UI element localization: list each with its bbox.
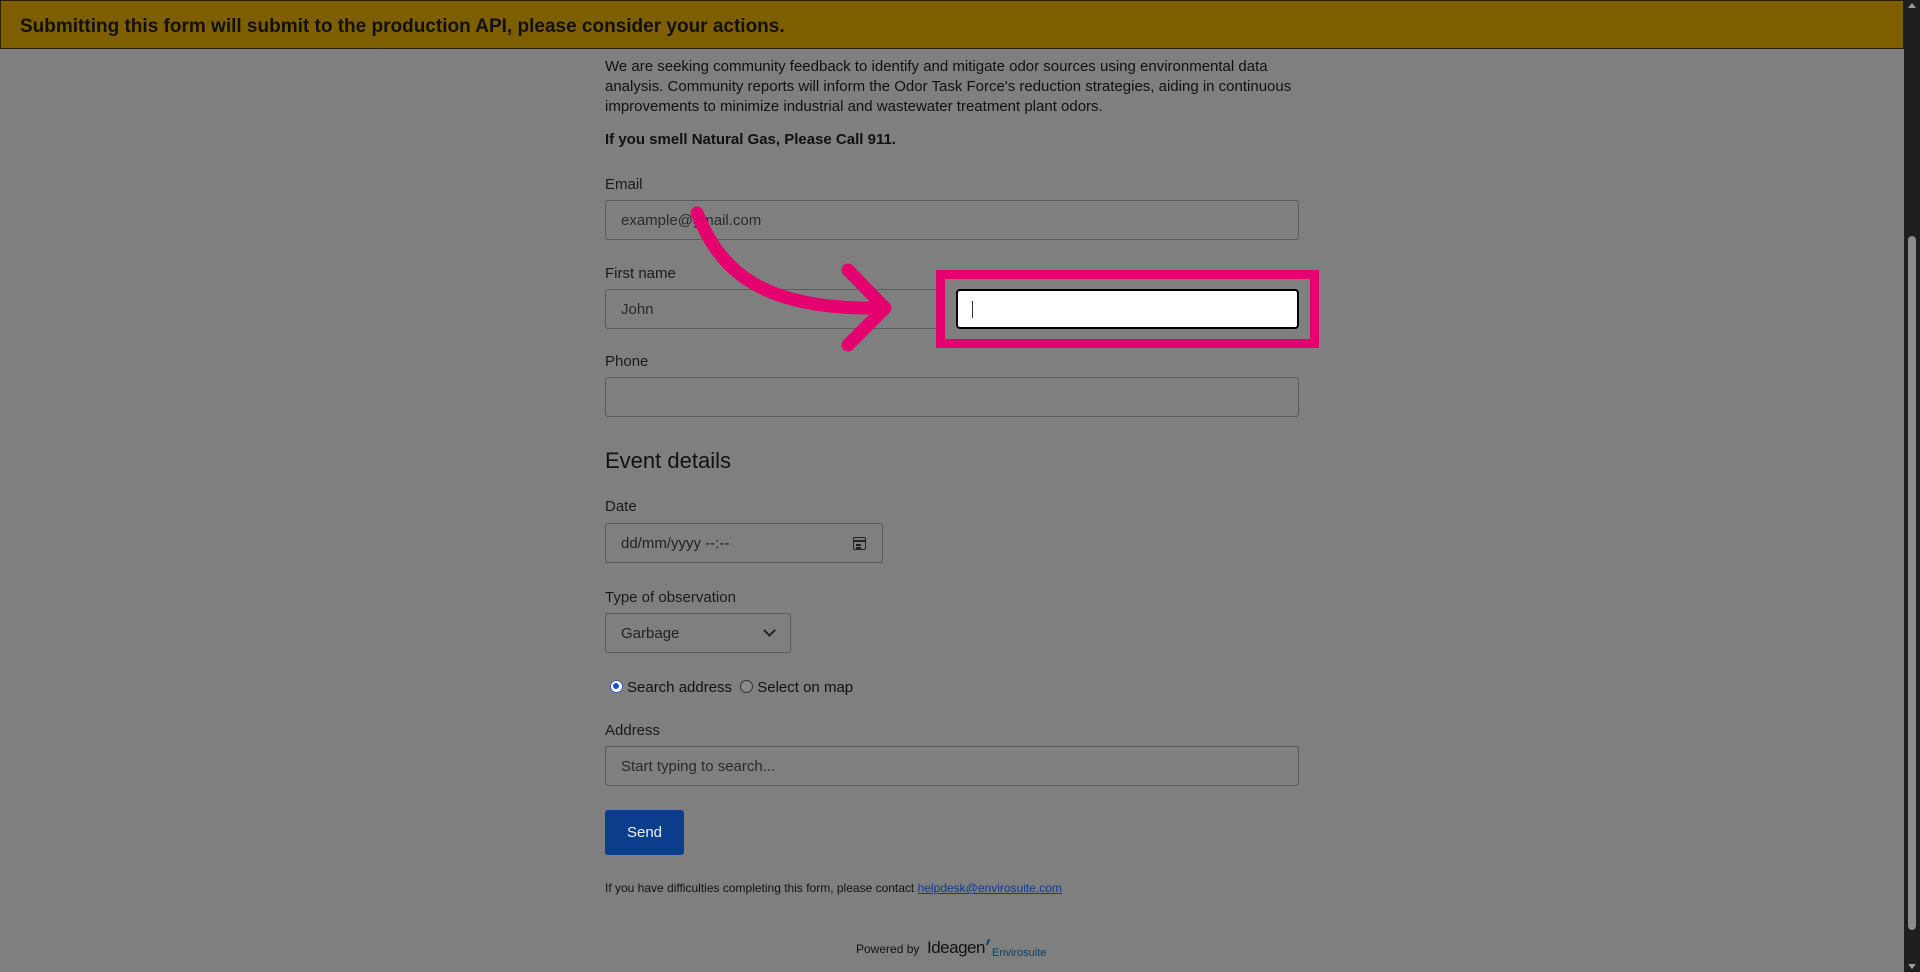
- address-search-input[interactable]: Start typing to search...: [605, 746, 1299, 786]
- event-details-title: Event details: [605, 448, 731, 473]
- intro-text: We are seeking community feedback to ide…: [605, 58, 1292, 115]
- help-message: If you have difficulties completing this…: [605, 881, 915, 895]
- address-placeholder: Start typing to search...: [621, 758, 776, 775]
- search-address-radio[interactable]: [610, 680, 623, 693]
- observation-selected-value: Garbage: [621, 625, 680, 642]
- help-text: If you have difficulties completing this…: [605, 881, 1062, 895]
- send-button[interactable]: Send: [605, 810, 684, 855]
- observation-type-label: Type of observation: [605, 589, 736, 606]
- ideagen-logo: Ideagen: [927, 938, 985, 957]
- envirosuite-logo: Envirosuite: [992, 947, 1047, 959]
- chevron-down-icon: [763, 624, 776, 637]
- location-mode-radio-group: Search address Select on map: [610, 679, 857, 696]
- production-warning-banner: Submitting this form will submit to the …: [0, 0, 1904, 49]
- annotation-arrow-icon: [690, 206, 892, 352]
- vertical-scrollbar[interactable]: [1904, 0, 1920, 972]
- gas-warning: If you smell Natural Gas, Please Call 91…: [605, 131, 896, 148]
- helpdesk-email-link[interactable]: helpdesk@envirosuite.com: [918, 881, 1062, 895]
- select-on-map-label[interactable]: Select on map: [757, 679, 853, 696]
- observation-type-select[interactable]: Garbage: [605, 613, 791, 653]
- search-address-label[interactable]: Search address: [627, 679, 732, 696]
- logo-mark-icon: [982, 939, 991, 945]
- phone-field[interactable]: [605, 377, 1299, 417]
- select-on-map-radio[interactable]: [740, 680, 754, 693]
- first-name-placeholder: John: [621, 301, 654, 318]
- phone-label: Phone: [605, 353, 649, 370]
- date-field[interactable]: dd/mm/yyyy --:--: [605, 523, 883, 563]
- first-name-label: First name: [605, 265, 676, 282]
- scroll-up-icon[interactable]: [1908, 3, 1916, 8]
- banner-text: Submitting this form will submit to the …: [20, 16, 785, 37]
- address-label: Address: [605, 722, 661, 739]
- highlight-annotation-box: [936, 270, 1319, 348]
- date-placeholder: dd/mm/yyyy --:--: [621, 535, 730, 552]
- calendar-icon[interactable]: [853, 537, 866, 550]
- scrollbar-thumb[interactable]: [1908, 236, 1916, 930]
- email-label: Email: [605, 176, 643, 193]
- date-label: Date: [605, 498, 637, 515]
- powered-by-label: Powered by: [856, 942, 920, 956]
- scroll-down-icon[interactable]: [1908, 964, 1916, 969]
